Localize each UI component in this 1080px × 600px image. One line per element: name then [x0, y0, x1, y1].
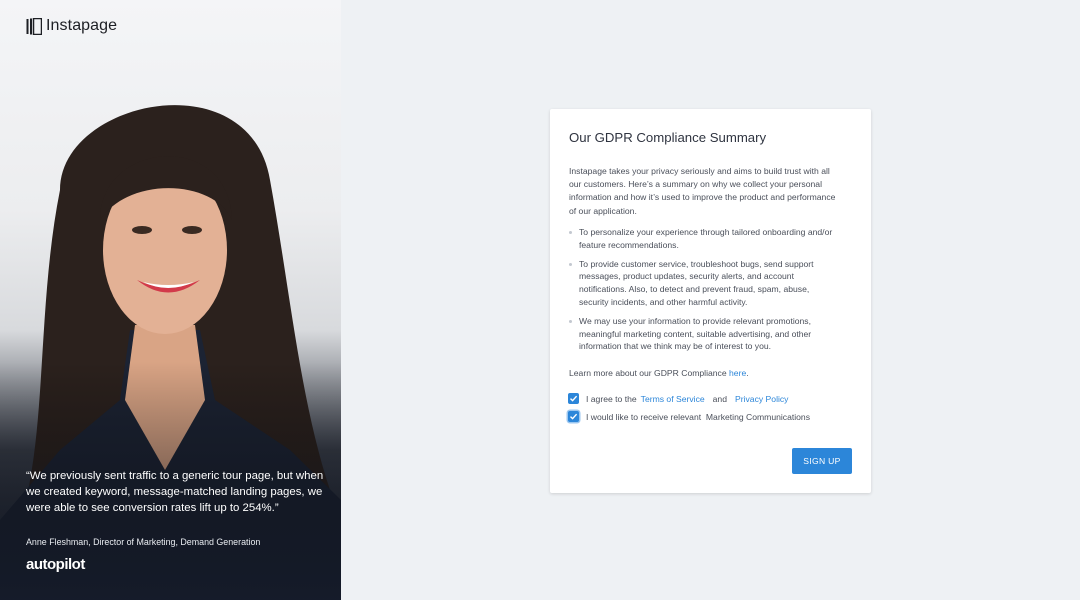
marketing-label: I would like to receive relevant Marketi…	[586, 411, 811, 422]
sign-up-button[interactable]: SIGN UP	[792, 448, 852, 474]
gdpr-card: Our GDPR Compliance Summary Instapage ta…	[550, 109, 871, 493]
list-item: To provide customer service, troubleshoo…	[569, 258, 841, 309]
bullet-dot-icon	[569, 262, 572, 266]
terms-agreement-row: I agree to the Terms of Service and Priv…	[568, 393, 788, 404]
card-title: Our GDPR Compliance Summary	[569, 130, 767, 145]
testimonial-author: Anne Fleshman, Director of Marketing, De…	[26, 537, 261, 547]
bullet-dot-icon	[569, 231, 572, 234]
checkmark-icon	[570, 395, 578, 402]
list-item-text: We may use your information to provide r…	[579, 315, 812, 352]
testimonial-quote: “We previously sent traffic to a generic…	[26, 470, 324, 514]
learn-more-link[interactable]: here	[729, 368, 746, 378]
list-item: To personalize your experience through t…	[569, 226, 841, 252]
learn-more-prefix: Learn more about our GDPR Compliance	[569, 368, 727, 378]
agree-and: and	[712, 393, 727, 404]
hero-panel: Instapage “We previously sent traffic to…	[0, 0, 341, 600]
terms-checkbox[interactable]	[568, 393, 579, 404]
list-item: We may use your information to provide r…	[569, 315, 841, 353]
testimonial-portrait	[0, 70, 341, 600]
privacy-policy-link[interactable]: Privacy Policy	[735, 394, 788, 404]
checkmark-icon	[570, 413, 578, 420]
terms-of-service-link[interactable]: Terms of Service	[641, 394, 705, 404]
list-item-text: To personalize your experience through t…	[579, 227, 833, 250]
bullet-dot-icon	[569, 319, 572, 323]
autopilot-logo: autopilot	[26, 556, 85, 573]
learn-more-text: Learn more about our GDPR Compliance her…	[569, 368, 749, 378]
marketing-consent-row: I would like to receive relevant Marketi…	[568, 411, 810, 422]
intro-text: Instapage takes your privacy seriously a…	[569, 166, 836, 216]
marketing-checkbox[interactable]	[568, 411, 579, 422]
list-item-text: To provide customer service, troubleshoo…	[579, 258, 814, 307]
instapage-logo[interactable]: Instapage	[26, 17, 117, 35]
reasons-list: To personalize your experience through t…	[569, 226, 841, 359]
logo-text: Instapage	[46, 17, 118, 34]
agree-prefix: I agree to the	[586, 393, 637, 404]
instapage-logo-icon	[26, 17, 43, 35]
learn-more-suffix: .	[746, 368, 749, 378]
